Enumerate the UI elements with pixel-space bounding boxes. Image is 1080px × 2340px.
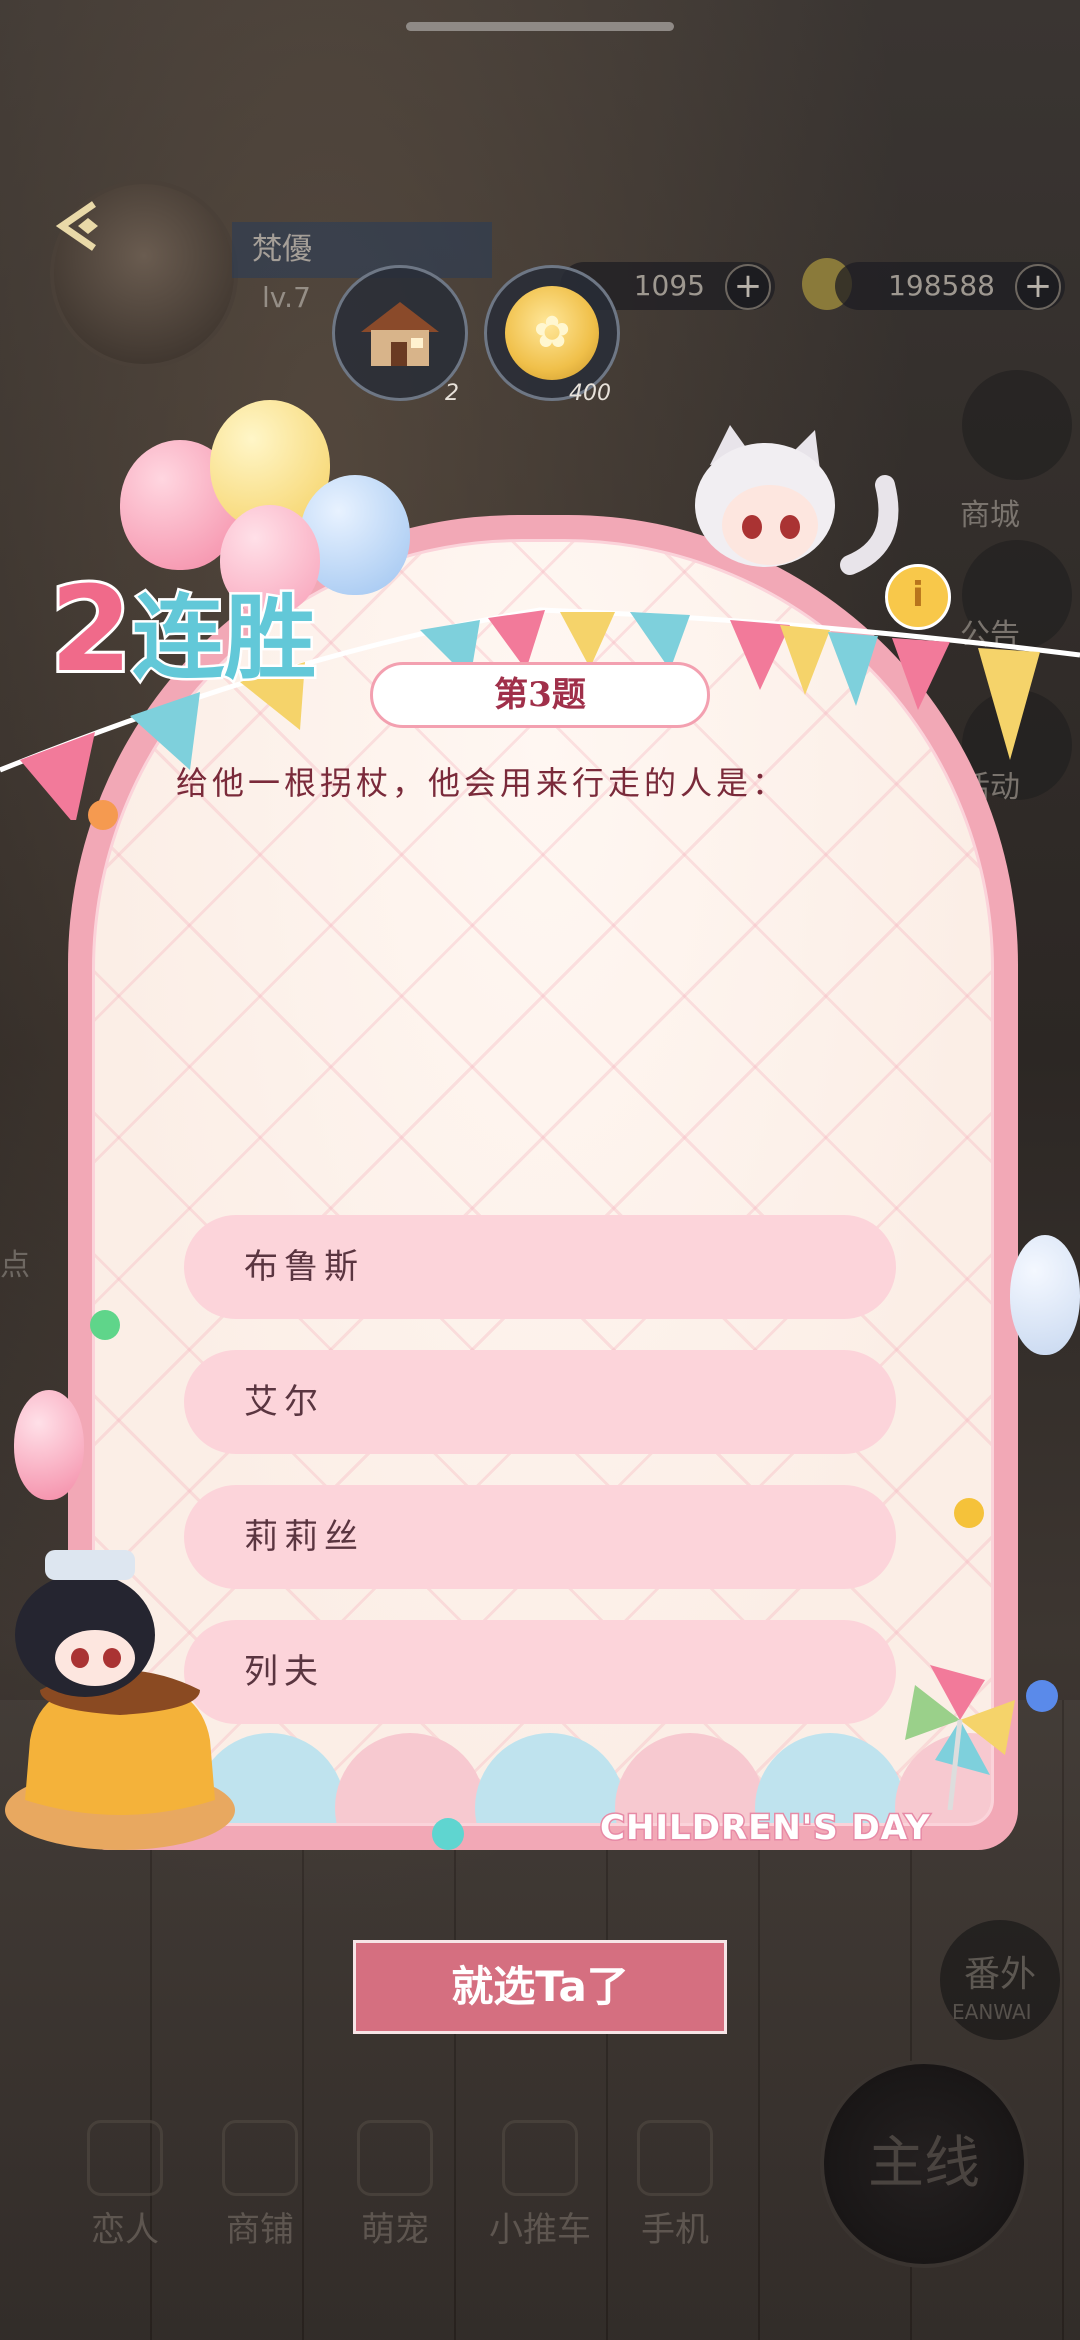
answer-option-2[interactable]: 艾尔 [184,1350,896,1454]
nav-phone-label: 手机 [641,2210,709,2250]
nav-cart[interactable]: 小推车 [475,2120,605,2251]
nav-pets-label: 萌宠 [361,2210,429,2250]
nav-pets[interactable]: 萌宠 [340,2120,450,2251]
chibi-pudding-character-icon [5,1550,235,1850]
nav-cart-label: 小推车 [489,2210,591,2250]
chibi-cat-character-icon [695,425,899,575]
player-level: lv.7 [262,281,311,314]
add-energy-button[interactable]: + [725,264,771,310]
item-gold-coin[interactable]: ✿ 400 [484,265,620,406]
confetti-dot [88,800,118,830]
question-text: 给他一根拐杖，他会用来行走的人是： [176,764,789,802]
confetti-dot [90,1310,120,1340]
nav-lovers[interactable]: 恋人 [70,2120,180,2251]
info-button[interactable]: i [885,564,951,630]
item-cottage-count: 2 [445,381,459,406]
win-streak-label: 连胜 [130,583,319,695]
confetti-dot [432,1818,464,1850]
shopping-bag-icon [222,2120,298,2196]
main-story-button[interactable]: 主线 [820,2060,1028,2268]
confetti-dot [1026,1680,1058,1712]
fanwai-sub-label: EANWAI [952,2000,1032,2024]
childrens-day-label: CHILDREN'S DAY [598,1807,931,1850]
pet-icon [357,2120,433,2196]
nav-lovers-label: 恋人 [91,2210,159,2250]
win-streak-count: 2 [47,557,135,701]
nav-shop-label: 商铺 [226,2210,294,2250]
pinwheel-icon [905,1665,1015,1810]
nav-shop[interactable]: 商铺 [205,2120,315,2251]
balloon-right [1010,1235,1080,1355]
lovers-icon [87,2120,163,2196]
player-name: 梵優 [232,222,492,278]
nav-phone[interactable]: 手机 [620,2120,730,2251]
answer-option-1[interactable]: 布鲁斯 [184,1215,896,1319]
balloon-left [14,1390,84,1500]
character-portrait-icon[interactable] [962,370,1072,480]
cottage-icon [361,302,439,366]
confetti-dot [954,1498,984,1528]
answer-option-3[interactable]: 莉莉丝 [184,1485,896,1589]
resource-coins: 198588 + [835,262,1065,310]
back-arrow-icon[interactable] [48,190,120,262]
answer-option-4[interactable]: 列夫 [184,1620,896,1724]
cart-icon [502,2120,578,2196]
resource-energy-value: 1095 [633,269,705,302]
item-cottage[interactable]: 2 [332,265,468,406]
question-number: 第3题 [370,662,710,728]
left-hint-text: 点 [0,1248,30,1283]
submit-answer-button[interactable]: 就选Ta了 [353,1940,727,2034]
gold-coin-icon: ✿ [505,286,599,380]
resource-coins-value: 198588 [888,269,995,302]
add-coins-button[interactable]: + [1015,264,1061,310]
win-streak-badge: 2连胜 [47,557,319,701]
sheet-drag-handle[interactable] [406,22,674,31]
phone-icon [637,2120,713,2196]
item-gold-coin-count: 400 [569,381,611,406]
